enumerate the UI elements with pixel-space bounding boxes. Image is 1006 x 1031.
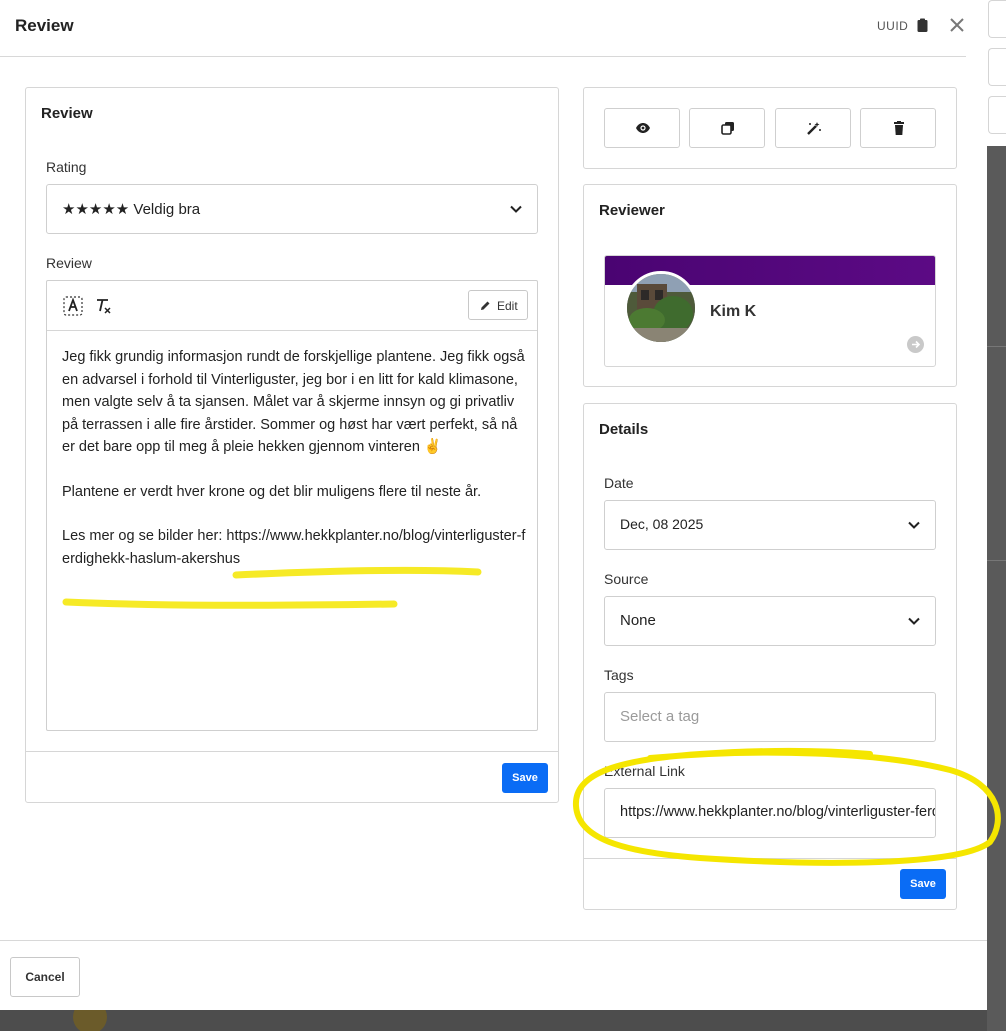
delete-button[interactable]	[860, 108, 936, 148]
rating-select[interactable]: ★★★★★ Veldig bra	[46, 184, 538, 234]
tags-placeholder: Select a tag	[620, 708, 700, 725]
source-select[interactable]: None	[604, 596, 936, 646]
chevron-down-icon	[510, 205, 522, 213]
edit-button-label: Edit	[497, 299, 518, 313]
generate-button[interactable]	[775, 108, 851, 148]
close-icon[interactable]	[946, 14, 968, 36]
details-card-title: Details	[599, 421, 649, 438]
review-modal: Review UUID Review Rating ★★★★★ Veldig b…	[0, 0, 987, 1010]
preview-button[interactable]	[604, 108, 680, 148]
modal-header: Review UUID	[0, 0, 966, 57]
reviewer-profile[interactable]: Kim K	[604, 255, 936, 367]
date-label: Date	[604, 475, 634, 491]
source-value: None	[620, 612, 656, 629]
background-app-edge	[987, 0, 1006, 1031]
rating-label: Rating	[46, 159, 87, 175]
cancel-button[interactable]: Cancel	[10, 957, 80, 997]
review-save-button[interactable]: Save	[502, 763, 548, 793]
date-select[interactable]: Dec, 08 2025	[604, 500, 936, 550]
background-app-bottom	[0, 1000, 987, 1031]
background-control	[988, 0, 1006, 38]
rating-value: ★★★★★ Veldig bra	[62, 201, 201, 218]
review-card: Review Rating ★★★★★ Veldig bra Review Ed…	[25, 87, 559, 803]
copy-icon	[721, 122, 734, 135]
source-label: Source	[604, 571, 649, 587]
duplicate-button[interactable]	[689, 108, 765, 148]
review-paragraph: Jeg fikk grundig informasjon rundt de fo…	[62, 349, 525, 455]
modal-footer: Cancel	[0, 940, 987, 1010]
details-save-button[interactable]: Save	[900, 869, 946, 899]
arrow-right-circle-icon[interactable]	[907, 336, 924, 353]
background-control	[988, 96, 1006, 134]
date-value: Dec, 08 2025	[620, 516, 704, 532]
editor-toolbar: Edit	[47, 281, 537, 331]
tags-label: Tags	[604, 667, 634, 683]
trash-icon	[894, 121, 904, 135]
review-paragraph: Plantene er verdt hver krone og det blir…	[62, 483, 482, 500]
reviewer-name: Kim K	[710, 303, 757, 320]
actions-card	[583, 87, 957, 169]
chevron-down-icon	[908, 617, 920, 625]
chevron-down-icon	[908, 521, 920, 529]
external-link-label: External Link	[604, 763, 685, 779]
review-label: Review	[46, 255, 92, 271]
pencil-icon	[481, 301, 490, 310]
review-card-title: Review	[41, 105, 93, 122]
reviewer-card-title: Reviewer	[599, 202, 665, 219]
external-link-value: https://www.hekkplanter.no/blog/vinterli…	[620, 804, 935, 820]
background-overlay	[987, 146, 1006, 1031]
external-link-input[interactable]: https://www.hekkplanter.no/blog/vinterli…	[604, 788, 936, 838]
clear-format-icon[interactable]	[93, 296, 113, 316]
clipboard-icon[interactable]	[917, 18, 928, 32]
avatar	[624, 271, 698, 345]
ai-text-icon[interactable]	[63, 296, 83, 316]
review-paragraph: Les mer og se bilder her: https://www.he…	[62, 528, 526, 567]
review-editor[interactable]: Edit Jeg fikk grundig informasjon rundt …	[46, 280, 538, 731]
edit-button[interactable]: Edit	[468, 290, 528, 320]
divider	[26, 751, 558, 752]
review-text[interactable]: Jeg fikk grundig informasjon rundt de fo…	[62, 346, 527, 592]
tags-input[interactable]: Select a tag	[604, 692, 936, 742]
divider	[584, 858, 956, 859]
modal-title: Review	[15, 16, 74, 35]
details-card: Details Date Dec, 08 2025 Source None Ta…	[583, 403, 957, 910]
reviewer-card: Reviewer Kim K	[583, 184, 957, 387]
eye-icon	[636, 123, 650, 133]
magic-wand-icon	[807, 122, 821, 135]
background-control	[988, 48, 1006, 86]
uuid-label[interactable]: UUID	[877, 19, 908, 33]
